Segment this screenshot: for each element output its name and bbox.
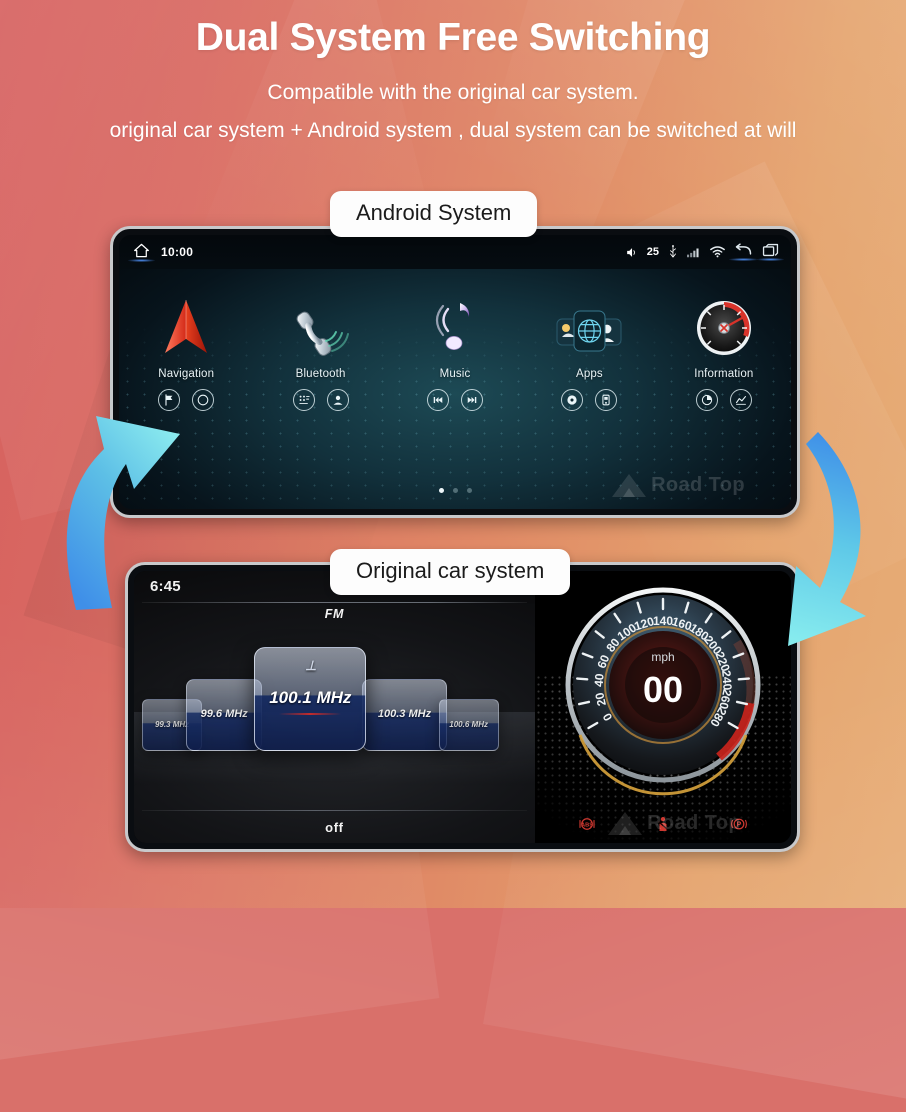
route-flag-icon[interactable]	[158, 389, 181, 411]
page-dot[interactable]	[466, 488, 472, 493]
record-icon[interactable]	[561, 389, 584, 411]
page-dot[interactable]	[438, 488, 444, 493]
radio-clock: 6:45	[150, 578, 181, 595]
watermark-road-top: Road Top	[612, 474, 745, 497]
contact-icon[interactable]	[326, 389, 349, 411]
map-pin-icon[interactable]	[192, 389, 215, 411]
station-frequency: 100.1 MHz	[269, 688, 352, 707]
pie-chart-icon[interactable]	[695, 389, 718, 411]
speedometer-gauge: 020406080100120140160180200220240260280 …	[565, 587, 761, 796]
station-tile[interactable]: 100.3 MHz	[362, 679, 447, 751]
original-car-system-screen[interactable]: 6:45 FM 99.3 MHz 99.6 MHz ⊥ 100.1 MHz 10…	[134, 571, 791, 843]
antenna-icon: ⊥	[305, 658, 316, 673]
selection-underline	[279, 713, 342, 715]
divider	[142, 602, 527, 603]
device-icon[interactable]	[595, 389, 618, 411]
app-tiles-globe-icon[interactable]	[549, 281, 629, 359]
station-frequency: 99.3 MHz	[154, 719, 190, 729]
app-label: Information	[694, 368, 754, 380]
radio-pane[interactable]: 6:45 FM 99.3 MHz 99.6 MHz ⊥ 100.1 MHz 10…	[134, 571, 535, 843]
badge-original-car-system: Original car system	[330, 549, 571, 595]
page-dot[interactable]	[452, 488, 458, 493]
page-title: Dual System Free Switching	[195, 16, 711, 59]
badge-android-system: Android System	[330, 191, 538, 237]
page-indicator[interactable]	[119, 488, 791, 493]
navigation-arrow-icon[interactable]	[158, 281, 214, 359]
android-status-bar: 10:00 25	[119, 235, 791, 269]
station-frequency: 100.3 MHz	[377, 708, 432, 720]
chart-icon[interactable]	[729, 389, 752, 411]
app-information[interactable]: Information	[657, 281, 791, 431]
station-frequency: 100.6 MHz	[449, 719, 488, 729]
station-frequency: 99.6 MHz	[200, 708, 248, 720]
app-label: Music	[439, 368, 471, 380]
gauge-icon[interactable]	[693, 281, 755, 359]
seatbelt-warning-icon	[656, 816, 670, 835]
app-label: Bluetooth	[295, 368, 346, 380]
android-system-screen[interactable]: 10:00 25 Navigation Bluetooth Music Apps…	[119, 235, 791, 509]
divider	[142, 810, 527, 811]
station-tile[interactable]: 100.6 MHz	[438, 699, 499, 751]
phone-handset-icon[interactable]	[290, 281, 352, 359]
dialpad-icon[interactable]	[292, 389, 315, 411]
wifi-icon	[710, 246, 725, 258]
app-bluetooth[interactable]: Bluetooth	[253, 281, 387, 431]
android-app-grid: Navigation Bluetooth Music Apps Informat…	[119, 281, 791, 431]
radio-band-label: FM	[324, 607, 344, 621]
station-carousel[interactable]: 99.3 MHz 99.6 MHz ⊥ 100.1 MHz 100.3 MHz …	[134, 629, 535, 759]
station-tile-selected[interactable]: ⊥ 100.1 MHz	[254, 647, 367, 751]
app-label: Navigation	[158, 368, 215, 380]
android-head-unit-device: 10:00 25 Navigation Bluetooth Music Apps…	[110, 226, 800, 518]
app-label: Apps	[576, 368, 603, 380]
speed-unit-label: mph	[651, 650, 674, 664]
volume-icon	[626, 247, 635, 257]
music-note-icon[interactable]	[426, 281, 484, 359]
subtitle-line-2: original car system + Android system , d…	[109, 118, 797, 142]
app-apps[interactable]: Apps	[522, 281, 656, 431]
watermark-text: Road Top	[651, 474, 745, 496]
parking-brake-icon: P	[730, 816, 747, 835]
app-music[interactable]: Music	[388, 281, 522, 431]
original-head-unit-device: 6:45 FM 99.3 MHz 99.6 MHz ⊥ 100.1 MHz 10…	[125, 562, 800, 852]
svg-text:ABS: ABS	[581, 823, 593, 829]
signal-bars-icon	[687, 248, 699, 258]
instrument-cluster-pane: 0 20 40 60 80 100 120 140 160 180 200 220 240 260 280 …	[534, 571, 791, 843]
back-arrow-icon[interactable]	[729, 243, 758, 261]
volume-level: 25	[646, 246, 659, 258]
subtitle-line-1: Compatible with the original car system.	[267, 80, 639, 104]
radio-power-state[interactable]: off	[134, 820, 535, 835]
previous-track-icon[interactable]	[427, 389, 450, 411]
road-top-logo-icon	[612, 474, 647, 497]
svg-text:P: P	[736, 821, 741, 829]
recent-apps-icon[interactable]	[757, 243, 784, 261]
next-track-icon[interactable]	[461, 389, 484, 411]
speed-value: 00	[643, 669, 683, 710]
status-time: 10:00	[161, 245, 194, 259]
abs-warning-icon: ABS	[579, 817, 595, 834]
home-icon[interactable]	[128, 243, 155, 262]
header: Dual System Free Switching Compatible wi…	[0, 14, 906, 149]
warning-lights-row: ABS P	[535, 816, 791, 835]
usb-icon	[670, 245, 676, 258]
app-navigation[interactable]: Navigation	[119, 281, 253, 431]
station-tile[interactable]: 99.6 MHz	[186, 679, 263, 751]
